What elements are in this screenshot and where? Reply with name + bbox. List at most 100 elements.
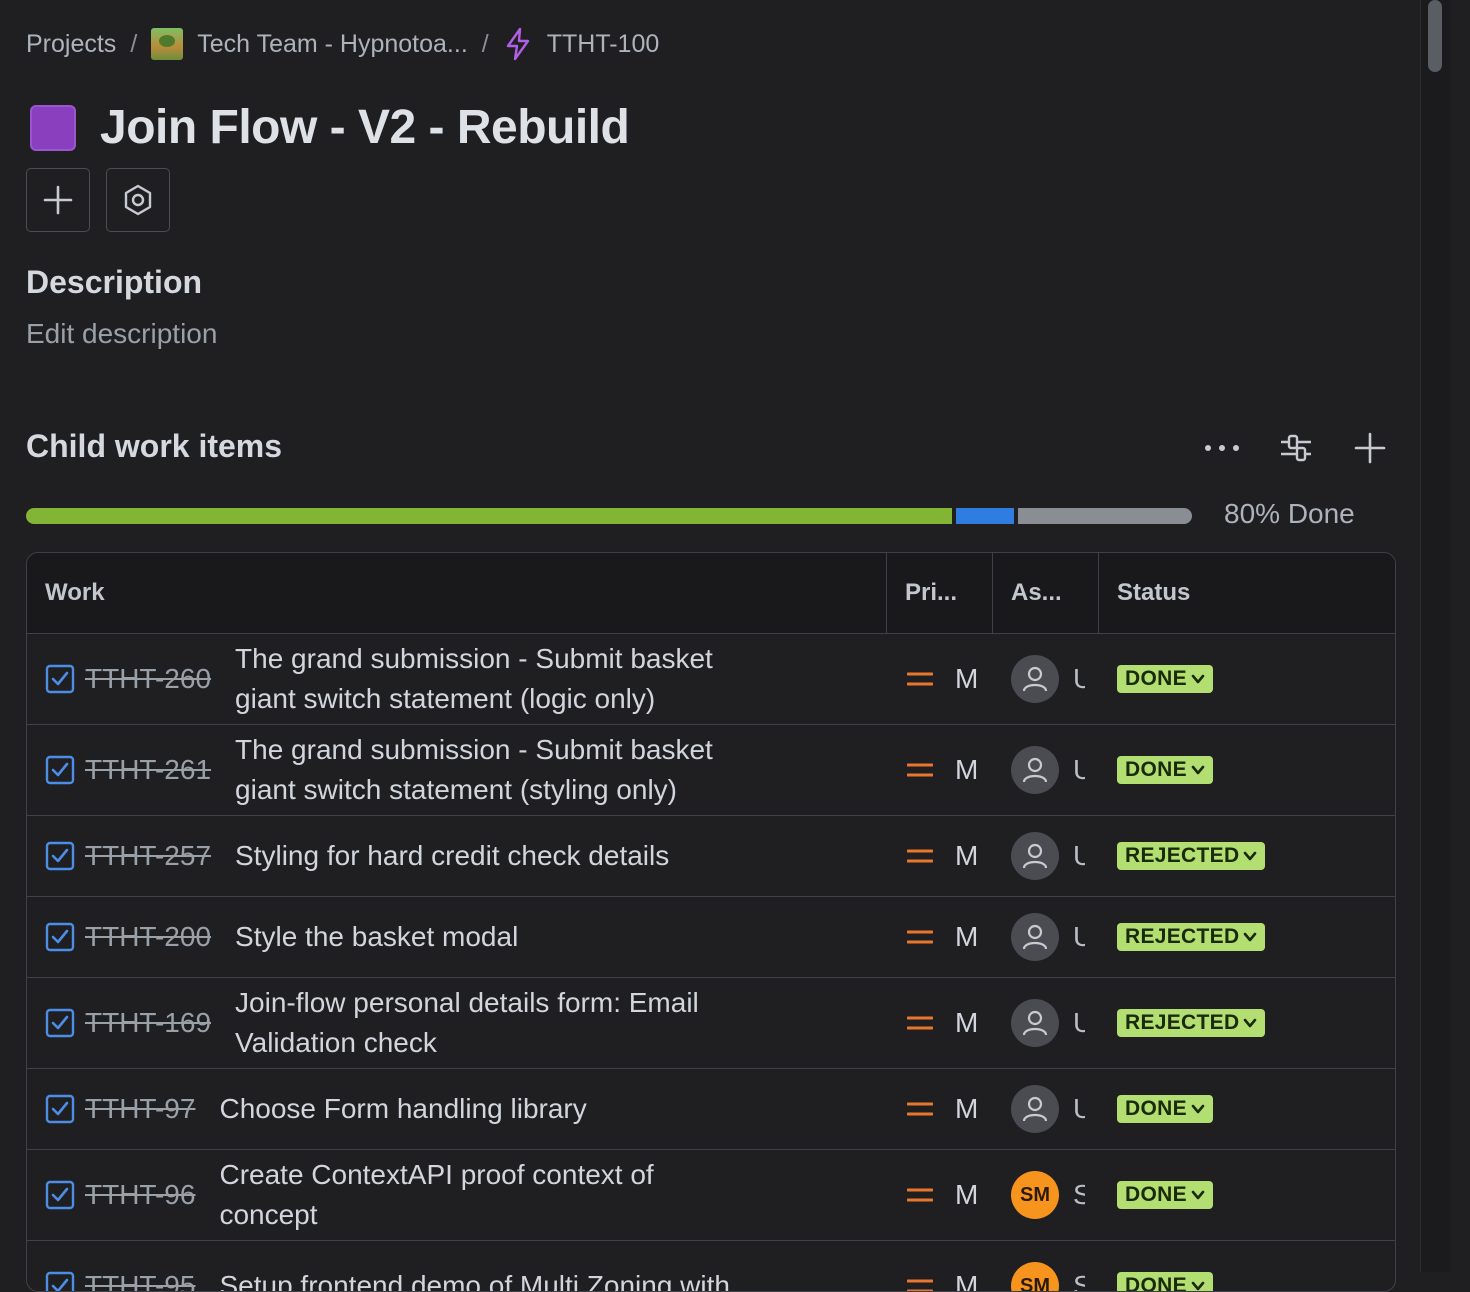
scrollbar-track[interactable] — [1420, 0, 1451, 1272]
column-header-status[interactable]: Status — [1099, 553, 1395, 633]
table-row[interactable]: TTHT-169 Join-flow personal details form… — [27, 978, 1395, 1069]
more-button[interactable] — [1202, 428, 1242, 468]
priority-cell[interactable]: M — [887, 754, 993, 786]
status-lozenge[interactable]: DONE — [1117, 665, 1213, 693]
avatar[interactable] — [1011, 1085, 1059, 1133]
work-item-key[interactable]: TTHT-169 — [85, 1007, 211, 1039]
priority-label: M — [955, 1007, 979, 1038]
column-header-priority[interactable]: Pri... — [887, 553, 993, 633]
table-row[interactable]: TTHT-261 The grand submission - Submit b… — [27, 725, 1395, 816]
status-lozenge[interactable]: REJECTED — [1117, 923, 1266, 951]
work-item-key[interactable]: TTHT-200 — [85, 921, 211, 953]
work-cell: TTHT-200 Style the basket modal — [27, 917, 887, 957]
priority-cell[interactable]: M — [887, 921, 993, 953]
priority-medium-icon — [907, 1188, 933, 1202]
work-item-summary[interactable]: Join-flow personal details form: Email V… — [235, 983, 775, 1063]
table-row[interactable]: TTHT-95 Setup frontend demo of Multi Zon… — [27, 1241, 1395, 1291]
work-item-key[interactable]: TTHT-95 — [85, 1270, 195, 1291]
assignee-cell[interactable]: U — [993, 832, 1099, 880]
assignee-cell[interactable]: U — [993, 655, 1099, 703]
title-row: Join Flow - V2 - Rebuild — [30, 100, 630, 155]
create-child-button[interactable] — [1350, 428, 1390, 468]
work-item-summary[interactable]: Style the basket modal — [235, 917, 518, 957]
work-item-key[interactable]: TTHT-257 — [85, 840, 211, 872]
priority-cell[interactable]: M — [887, 840, 993, 872]
priority-label: M — [955, 1093, 979, 1124]
child-items-actions — [1202, 428, 1390, 468]
work-item-key[interactable]: TTHT-260 — [85, 663, 211, 695]
priority-cell[interactable]: M — [887, 1007, 993, 1039]
priority-label: M — [955, 921, 979, 952]
table-row[interactable]: TTHT-257 Styling for hard credit check d… — [27, 816, 1395, 897]
status-lozenge[interactable]: DONE — [1117, 1181, 1213, 1209]
work-item-summary[interactable]: Styling for hard credit check details — [235, 836, 669, 876]
avatar[interactable] — [1011, 913, 1059, 961]
description-heading: Description — [26, 264, 203, 300]
avatar[interactable]: SM — [1011, 1262, 1059, 1291]
priority-medium-icon — [907, 763, 933, 777]
add-button[interactable] — [26, 168, 90, 232]
chevron-down-icon — [1244, 1018, 1257, 1028]
priority-cell[interactable]: M — [887, 663, 993, 695]
priority-cell[interactable]: M — [887, 1270, 993, 1291]
table-row[interactable]: TTHT-200 Style the basket modal M U — [27, 897, 1395, 978]
column-header-assignee[interactable]: As... — [993, 553, 1099, 633]
breadcrumb-issue[interactable]: TTHT-100 — [503, 27, 659, 61]
task-checkbox-icon — [45, 841, 75, 871]
priority-cell[interactable]: M — [887, 1179, 993, 1211]
assignee-cell[interactable]: U — [993, 746, 1099, 794]
work-item-summary[interactable]: Setup frontend demo of Multi Zoning with — [219, 1266, 730, 1291]
status-lozenge[interactable]: REJECTED — [1117, 842, 1266, 870]
status-lozenge[interactable]: DONE — [1117, 1272, 1213, 1291]
apps-button[interactable] — [106, 168, 170, 232]
work-item-summary[interactable]: The grand submission - Submit basket gia… — [235, 730, 775, 810]
chevron-down-icon — [1191, 1104, 1205, 1114]
status-lozenge[interactable]: REJECTED — [1117, 1009, 1266, 1037]
avatar[interactable] — [1011, 999, 1059, 1047]
work-item-summary[interactable]: Create ContextAPI proof context of conce… — [219, 1155, 759, 1235]
chevron-down-icon — [1191, 1190, 1205, 1200]
page-title[interactable]: Join Flow - V2 - Rebuild — [100, 100, 630, 155]
progress-bar[interactable] — [26, 508, 1192, 524]
table-row[interactable]: TTHT-96 Create ContextAPI proof context … — [27, 1150, 1395, 1241]
status-cell: REJECTED — [1099, 842, 1395, 870]
avatar[interactable] — [1011, 832, 1059, 880]
avatar[interactable]: SM — [1011, 1171, 1059, 1219]
work-item-summary[interactable]: Choose Form handling library — [219, 1089, 586, 1129]
work-cell: TTHT-97 Choose Form handling library — [27, 1089, 887, 1129]
avatar[interactable] — [1011, 655, 1059, 703]
epic-type-icon[interactable] — [30, 104, 76, 151]
filter-button[interactable] — [1276, 428, 1316, 468]
work-item-summary[interactable]: The grand submission - Submit basket gia… — [235, 639, 775, 719]
assignee-name: S — [1073, 1179, 1085, 1211]
scrollbar-thumb[interactable] — [1428, 0, 1442, 72]
assignee-cell[interactable]: SM S — [993, 1171, 1099, 1219]
table-row[interactable]: TTHT-97 Choose Form handling library M U — [27, 1069, 1395, 1150]
chevron-down-icon — [1191, 1281, 1205, 1291]
work-cell: TTHT-95 Setup frontend demo of Multi Zon… — [27, 1266, 887, 1291]
work-item-key[interactable]: TTHT-261 — [85, 754, 211, 786]
status-lozenge[interactable]: DONE — [1117, 1095, 1213, 1123]
assignee-cell[interactable]: SM S — [993, 1262, 1099, 1291]
status-lozenge[interactable]: DONE — [1117, 756, 1213, 784]
breadcrumb: Projects / Tech Team - Hypnotoa... / TTH… — [26, 26, 659, 62]
breadcrumb-project[interactable]: Tech Team - Hypnotoa... — [151, 28, 468, 60]
work-item-key[interactable]: TTHT-96 — [85, 1179, 195, 1211]
avatar[interactable] — [1011, 746, 1059, 794]
assignee-cell[interactable]: U — [993, 913, 1099, 961]
assignee-name: U — [1073, 921, 1085, 953]
column-header-work[interactable]: Work — [27, 553, 887, 633]
description-editor[interactable]: Edit description — [26, 318, 217, 350]
task-checkbox-icon — [45, 664, 75, 694]
table-row[interactable]: TTHT-260 The grand submission - Submit b… — [27, 634, 1395, 725]
status-cell: DONE — [1099, 1181, 1395, 1209]
work-item-key[interactable]: TTHT-97 — [85, 1093, 195, 1125]
breadcrumb-projects[interactable]: Projects — [26, 30, 116, 59]
assignee-cell[interactable]: U — [993, 1085, 1099, 1133]
assignee-cell[interactable]: U — [993, 999, 1099, 1047]
priority-cell[interactable]: M — [887, 1093, 993, 1125]
status-label: REJECTED — [1125, 925, 1240, 948]
project-avatar-icon — [151, 28, 184, 60]
hexagon-settings-icon — [124, 184, 152, 216]
status-cell: DONE — [1099, 1272, 1395, 1291]
